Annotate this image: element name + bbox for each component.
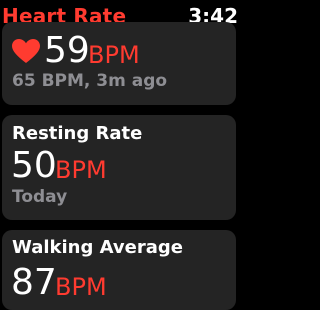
resting-bpm-unit: BPM xyxy=(55,156,107,184)
heart-icon xyxy=(12,39,40,63)
resting-rate-card[interactable]: Resting Rate 50 BPM Today xyxy=(2,115,236,220)
current-bpm-unit: BPM xyxy=(88,41,140,69)
walking-average-label: Walking Average xyxy=(12,237,183,258)
walking-average-card[interactable]: Walking Average 87 BPM xyxy=(2,230,236,310)
current-heart-rate-card[interactable]: 59 BPM 65 BPM, 3m ago xyxy=(2,22,236,105)
walking-bpm-value: 87 xyxy=(11,262,57,303)
walking-bpm-unit: BPM xyxy=(55,273,107,301)
resting-rate-detail: Today xyxy=(12,187,68,207)
resting-rate-label: Resting Rate xyxy=(12,123,143,144)
current-bpm-value: 59 xyxy=(44,30,90,71)
current-reading-detail: 65 BPM, 3m ago xyxy=(12,71,168,91)
resting-bpm-value: 50 xyxy=(11,145,57,186)
